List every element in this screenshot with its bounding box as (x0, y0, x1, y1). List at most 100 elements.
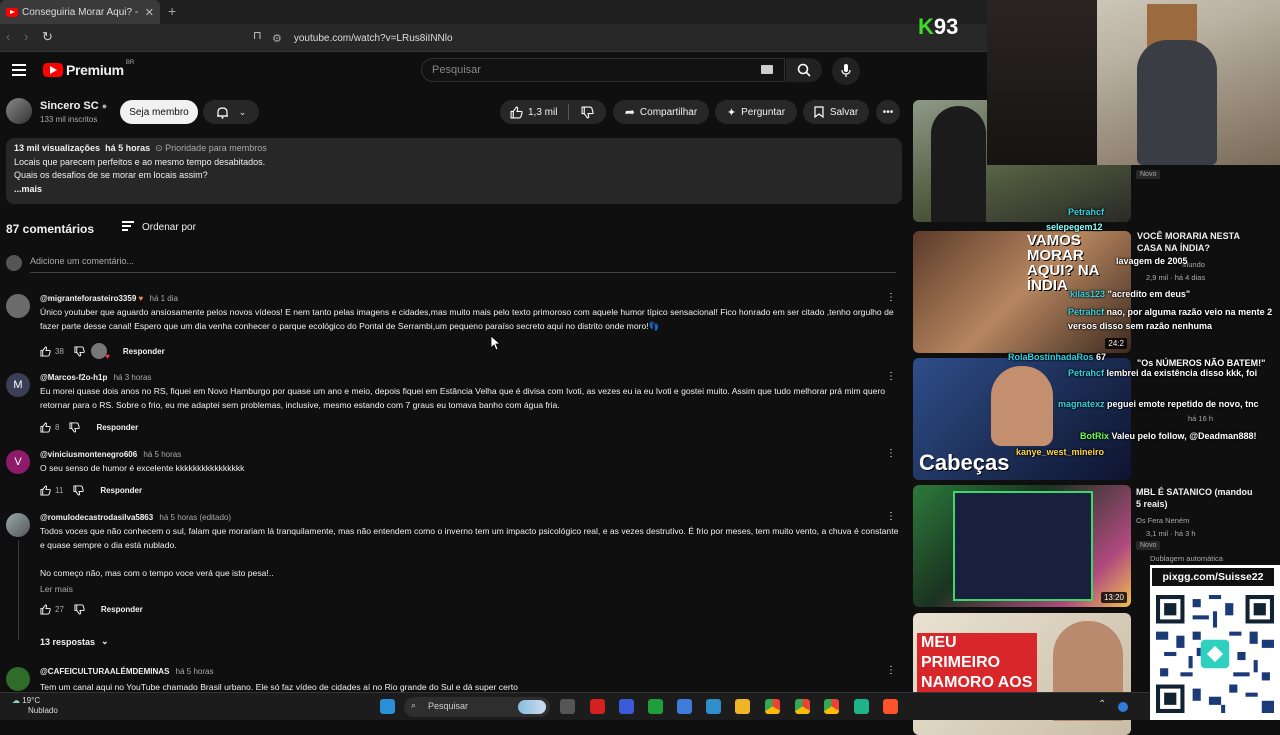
brave-icon[interactable] (883, 699, 898, 714)
comment-avatar[interactable] (6, 513, 30, 537)
comment-time[interactable]: há 5 horas (editado) (159, 513, 231, 522)
close-tab-icon[interactable]: ✕ (145, 6, 154, 19)
comment-menu-icon[interactable]: ⋮ (886, 448, 896, 459)
more-actions-button[interactable]: ••• (876, 100, 900, 124)
site-info-icon[interactable]: ⚙ (272, 32, 282, 45)
recommended-video-thumbnail[interactable]: 13:20 (913, 485, 1131, 607)
comment-author[interactable]: @viniciusmontenegro606 (40, 450, 137, 459)
chat-user: Petrahcf (1068, 207, 1105, 217)
comment-text-continued: No começo não, mas com o tempo voce verá… (40, 568, 274, 578)
like-button[interactable]: 1,3 mil (510, 106, 557, 119)
comment-author[interactable]: @romulodecastrodasilva5863 (40, 513, 153, 522)
comment-author[interactable]: @CAFEICULTURAALÉMDEMINAS (40, 667, 169, 676)
comment-time[interactable]: há 5 horas (176, 667, 214, 676)
thumbs-down-icon[interactable] (73, 485, 85, 496)
search-button[interactable] (786, 58, 822, 82)
thumbs-up-icon[interactable] (40, 345, 51, 357)
sort-button[interactable]: Ordenar por (122, 221, 196, 233)
thumbs-up-icon[interactable] (40, 604, 51, 615)
video-duration: 13:20 (1100, 592, 1127, 603)
xbox-icon[interactable] (648, 699, 663, 714)
join-button[interactable]: Seja membro (120, 100, 198, 124)
reply-button[interactable]: Responder (123, 347, 165, 356)
description-more-link[interactable]: ...mais (14, 183, 894, 197)
chevron-up-icon[interactable]: ⌃ (1098, 699, 1106, 710)
windows-start-icon[interactable] (380, 699, 395, 714)
thumbs-down-icon[interactable] (581, 106, 594, 119)
notepad-icon[interactable] (677, 699, 692, 714)
taskbar-search[interactable]: ⌕ Pesquisar (404, 697, 550, 717)
browser-tab[interactable]: Conseguiria Morar Aqui? - YouTube ✕ (0, 0, 160, 24)
cloud-icon: ☁ (12, 696, 20, 705)
task-view-icon[interactable] (560, 699, 575, 714)
notifications-button[interactable]: ⌄ (203, 100, 259, 124)
comment-time[interactable]: há 1 dia (150, 294, 178, 303)
app-icon[interactable] (590, 699, 605, 714)
recommended-video-title[interactable]: MBL É SATANICO (mandou 5 reais) (1136, 486, 1256, 510)
keyboard-icon[interactable] (761, 65, 773, 74)
view-replies-button[interactable]: 13 respostas ⌄ (40, 636, 109, 647)
channel-avatar[interactable] (6, 98, 32, 124)
add-comment-input[interactable]: Adicione um comentário... (30, 256, 896, 273)
reply-button[interactable]: Responder (100, 486, 142, 495)
search-highlight-icon (518, 700, 546, 714)
comment-time[interactable]: há 3 horas (114, 373, 152, 382)
recommended-video-meta: 3,1 mil · há 3 h (1146, 529, 1196, 538)
youtube-premium-logo[interactable]: Premium BR (43, 60, 134, 78)
chat-message: RolaBostinhadaRos 67 (1008, 352, 1106, 362)
comment-menu-icon[interactable]: ⋮ (886, 371, 896, 382)
comment-author[interactable]: @Marcos-f2o-h1p (40, 373, 107, 382)
gaming-chair (1137, 40, 1217, 165)
comment-menu-icon[interactable]: ⋮ (886, 665, 896, 676)
mail-icon[interactable] (706, 699, 721, 714)
address-bar[interactable]: ⚙ youtube.com/watch?v=LRus8iINNlo (272, 28, 872, 48)
thumbs-down-icon[interactable] (74, 345, 85, 357)
chrome-icon[interactable] (765, 699, 780, 714)
thumbs-up-icon[interactable] (40, 485, 51, 496)
thumbs-up-icon[interactable] (40, 422, 51, 433)
bookmark-icon[interactable]: ⊓ (253, 29, 262, 42)
reply-button[interactable]: Responder (96, 423, 138, 432)
forward-icon[interactable]: › (24, 29, 28, 44)
comment-header: @viniciusmontenegro606 há 5 horas (40, 450, 181, 459)
comment-actions: 38 ♥ Responder (40, 343, 165, 361)
chat-user: Petrahcf (1068, 307, 1105, 317)
back-icon[interactable]: ‹ (6, 29, 10, 44)
weather-widget[interactable]: ☁ 19°C Nublado (12, 696, 58, 716)
comment-menu-icon[interactable]: ⋮ (886, 292, 896, 303)
comment-avatar[interactable]: V (6, 450, 30, 474)
comment-avatar[interactable] (6, 667, 30, 691)
new-tab-icon[interactable]: + (168, 3, 176, 19)
vpn-icon[interactable] (619, 699, 634, 714)
search-input[interactable]: Pesquisar (421, 58, 785, 82)
read-more-link[interactable]: Ler mais (40, 584, 73, 594)
channel-name[interactable]: Sincero SC ● (40, 100, 107, 112)
comment-menu-icon[interactable]: ⋮ (886, 511, 896, 522)
thumbs-down-icon[interactable] (69, 422, 81, 433)
share-button[interactable]: ➦ Compartilhar (613, 100, 709, 124)
reload-icon[interactable]: ↻ (42, 29, 53, 45)
recommended-video-title[interactable]: VOCÊ MORARIA NESTA CASA NA ÍNDIA? (1137, 230, 1257, 254)
chat-message: kilas123 "acredito em deus" (1070, 289, 1190, 299)
menu-icon[interactable] (12, 64, 26, 76)
file-explorer-icon[interactable] (735, 699, 750, 714)
tray-icon[interactable] (1118, 702, 1128, 712)
comment-author[interactable]: @migranteforasteiro3359 (40, 294, 136, 303)
reply-button[interactable]: Responder (101, 605, 143, 614)
comment-avatar[interactable] (6, 294, 30, 318)
ask-button[interactable]: ✦ Perguntar (715, 100, 797, 124)
comment-time[interactable]: há 5 horas (143, 450, 181, 459)
comment-avatar[interactable]: M (6, 373, 30, 397)
thumbs-down-icon[interactable] (74, 604, 85, 615)
microphone-icon (841, 64, 851, 77)
recommended-video-channel[interactable]: Os Fera Neném (1136, 515, 1256, 526)
voice-search-button[interactable] (832, 57, 860, 85)
video-description[interactable]: 13 mil visualizações há 5 horas ⊙ Priori… (6, 138, 902, 204)
like-count: 1,3 mil (528, 106, 558, 118)
chrome-icon[interactable] (824, 699, 839, 714)
recommended-video-channel[interactable]: Mundo (1182, 259, 1280, 270)
like-count: 11 (55, 486, 64, 495)
chrome-icon[interactable] (795, 699, 810, 714)
save-button[interactable]: Salvar (803, 100, 869, 124)
app-icon[interactable] (854, 699, 869, 714)
